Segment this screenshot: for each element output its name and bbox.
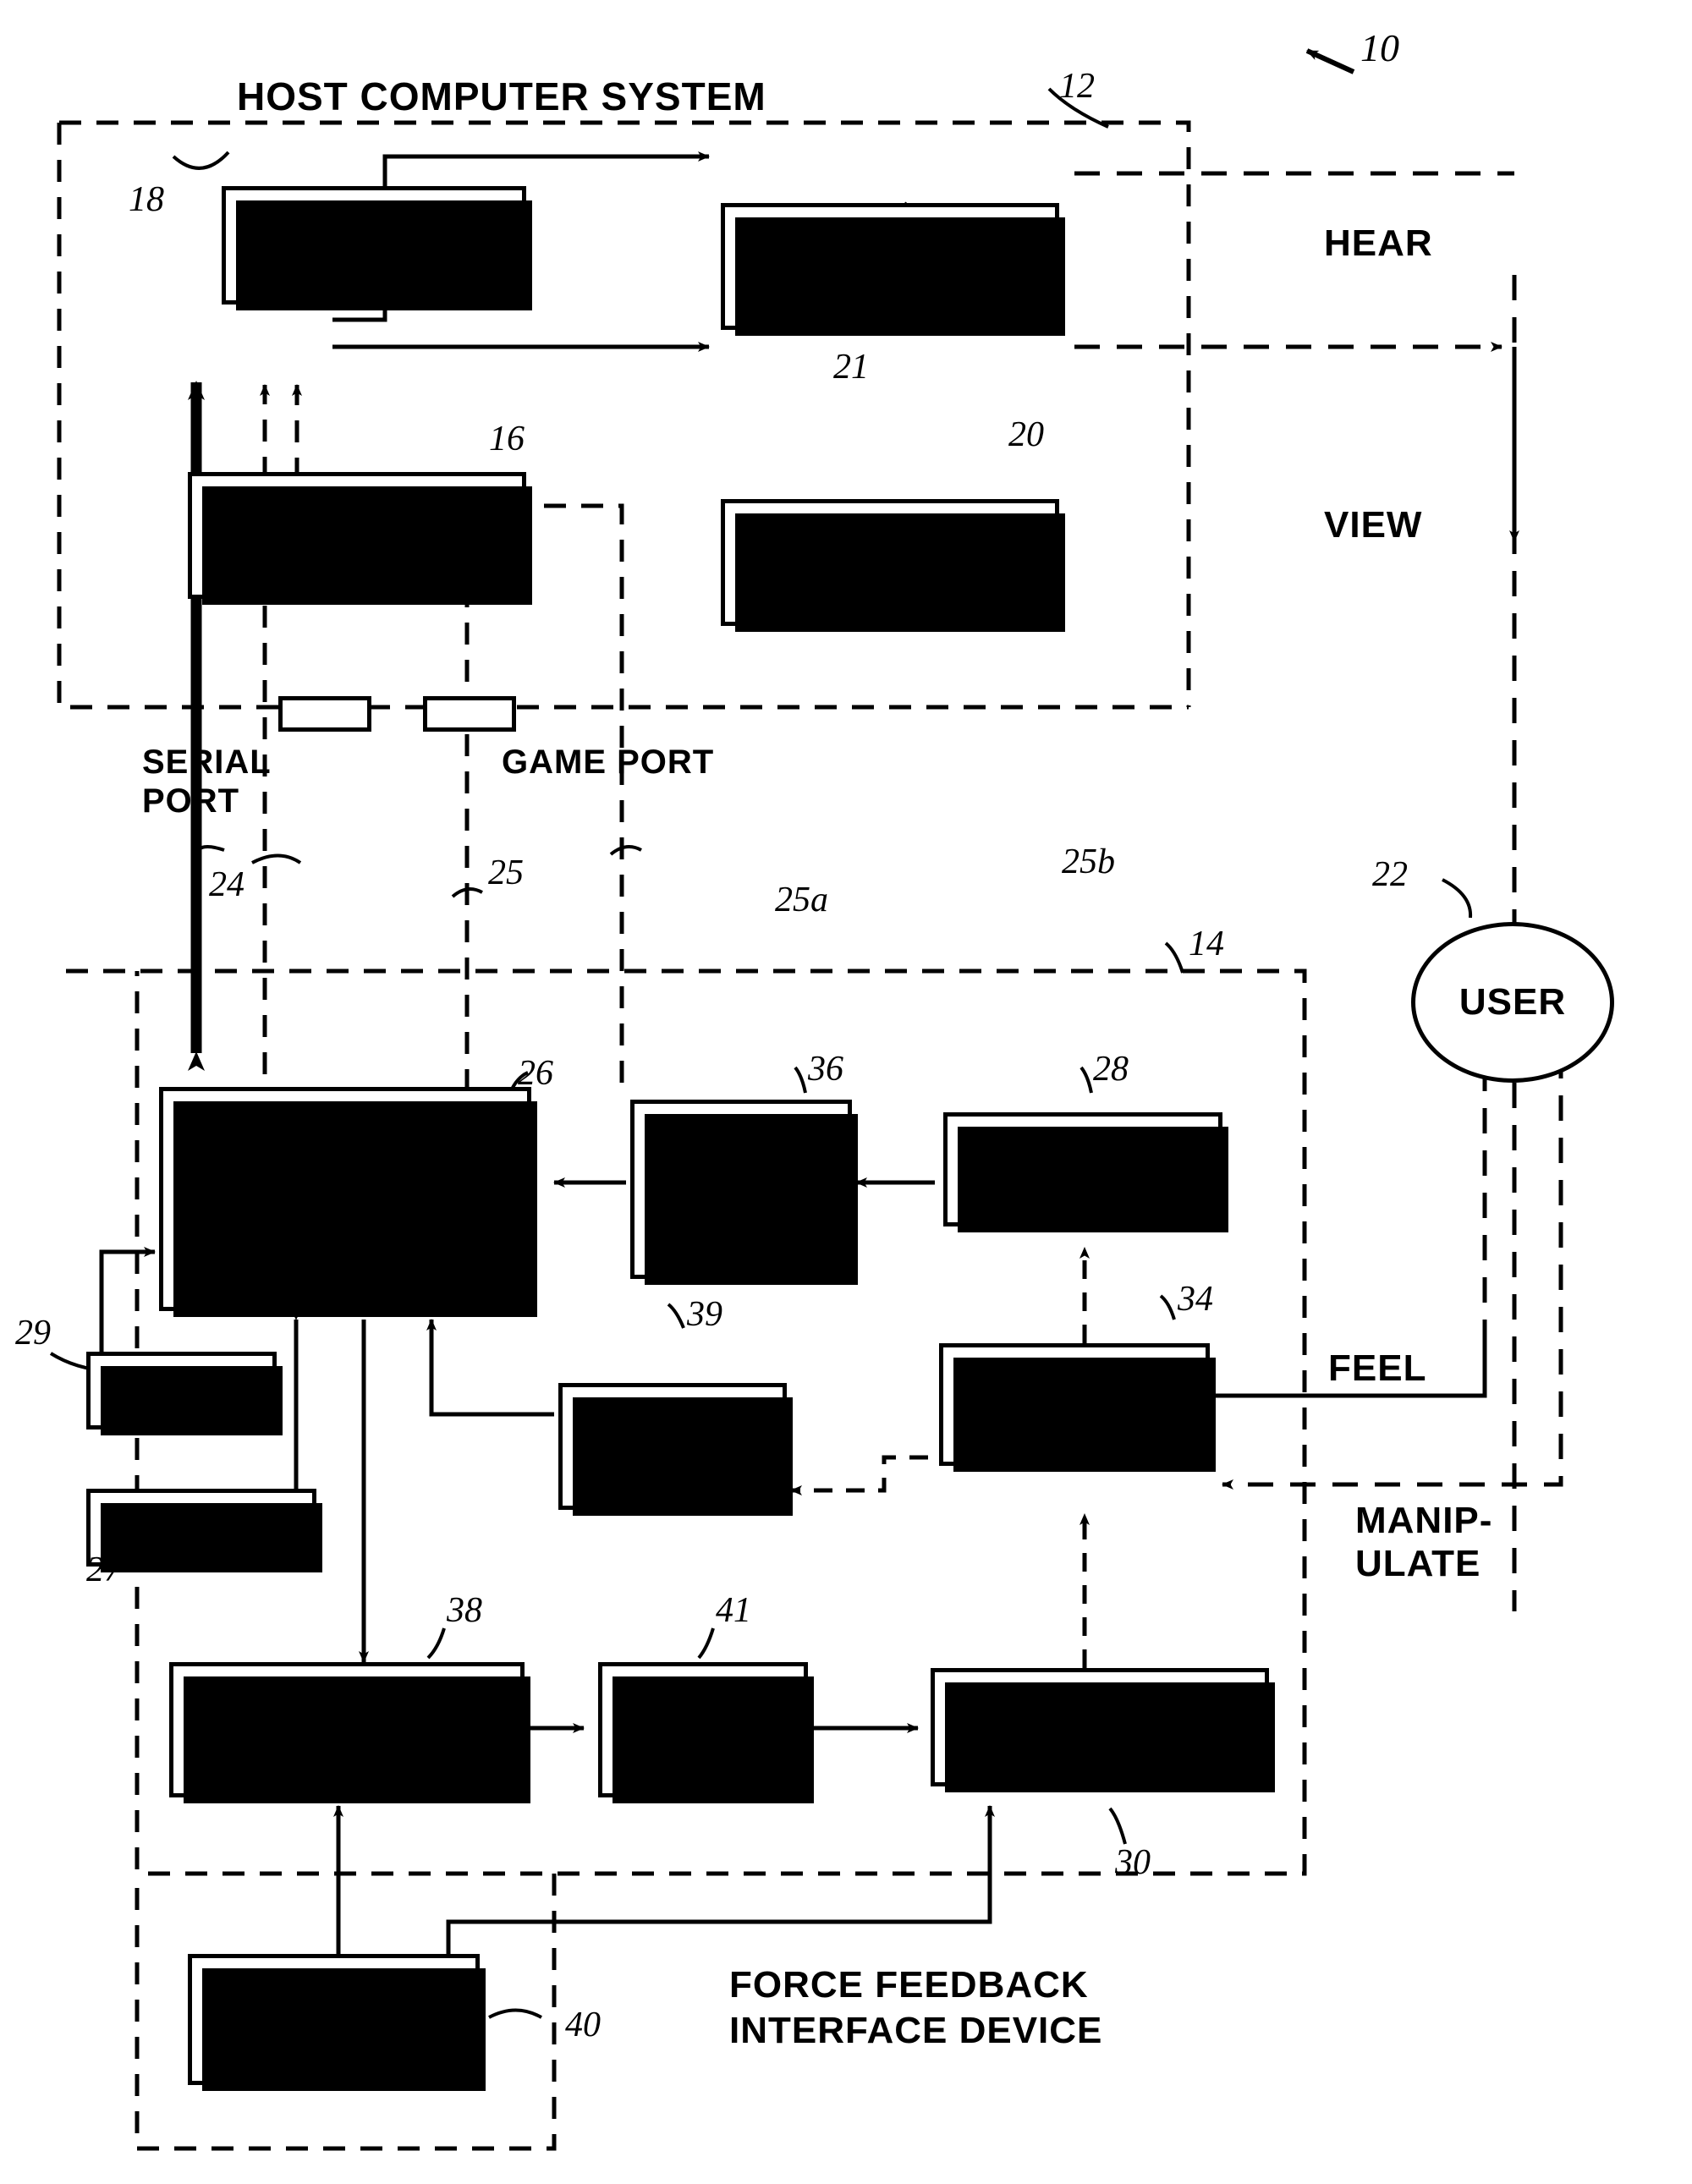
block-sensors-label: SENSORS <box>994 1149 1172 1189</box>
block-sensors: SENSORS <box>943 1112 1228 1232</box>
block-display-device-label: DISPLAY DEVICE <box>813 522 967 602</box>
patent-figure: HOST COMPUTER SYSTEM 12 10 SYSTEM CLOCK … <box>0 0 1692 2184</box>
figure-ref-pointer <box>1305 48 1355 74</box>
ref-20: 20 <box>1008 415 1044 454</box>
block-clock: CLOCK <box>86 1352 283 1435</box>
ref-21: 21 <box>833 348 869 387</box>
ref-25: 25 <box>488 853 524 892</box>
block-actuators: ACTUATORS <box>931 1668 1275 1792</box>
ref-39: 39 <box>687 1295 722 1334</box>
ref-25a: 25a <box>775 881 828 919</box>
label-hear: HEAR <box>1324 222 1433 264</box>
ref-25b: 25b <box>1062 842 1115 881</box>
label-game-port: GAME PORT <box>502 744 715 781</box>
ref-36: 36 <box>808 1050 843 1089</box>
block-power-supply-label: POWER SUPPLY <box>262 1979 405 2060</box>
block-other-input-label: OTHER INPUT <box>609 1406 736 1486</box>
serial-port-connector <box>278 696 371 732</box>
label-serial-port: SERIAL PORT <box>142 744 272 820</box>
ref-29: 29 <box>15 1314 51 1353</box>
label-view: VIEW <box>1324 504 1423 546</box>
ref-38: 38 <box>447 1591 482 1630</box>
ref-40: 40 <box>565 2006 601 2044</box>
ref-12: 12 <box>1059 67 1095 106</box>
ref-41: 41 <box>716 1591 751 1630</box>
ref-28: 28 <box>1093 1050 1129 1089</box>
other-input-to-microprocessor-arrow <box>426 1319 554 1417</box>
ref-24: 24 <box>209 865 244 904</box>
block-display-device: DISPLAY DEVICE <box>721 499 1065 632</box>
block-local-microprocessor-label: LOCAL MICRO- PROCESSOR <box>229 1139 461 1259</box>
label-manipulate: MANIP- ULATE <box>1355 1500 1493 1585</box>
block-user: USER <box>1411 922 1614 1083</box>
block-sensor-interface-label: SENSOR INTER- FACE <box>668 1132 814 1246</box>
block-host-processor: HOST PROCESSOR <box>188 472 532 605</box>
ref-27: 27 <box>86 1550 122 1589</box>
block-safety-switch: SAFETY SWITCH <box>598 1662 814 1803</box>
block-safety-switch-label: SAFETY SWITCH <box>631 1689 775 1770</box>
block-audio-output-device: AUDIO OUT- PUT DEVICE <box>721 203 1065 336</box>
block-sensor-interface: SENSOR INTER- FACE <box>630 1100 858 1285</box>
ref-30: 30 <box>1115 1843 1151 1882</box>
force-feedback-device-title: FORCE FEEDBACK INTERFACE DEVICE <box>729 1964 1103 2051</box>
ref-34: 34 <box>1178 1280 1213 1319</box>
block-memory-label: MEMORY <box>120 1507 283 1548</box>
block-system-clock-label: SYSTEM CLOCK <box>299 205 448 285</box>
block-other-input: OTHER INPUT <box>558 1383 793 1516</box>
block-object-label: OBJECT <box>1001 1384 1148 1424</box>
block-actuator-interface-label: ACTUATOR INTERFACE <box>244 1689 450 1770</box>
block-object: OBJECT <box>939 1343 1216 1472</box>
block-system-clock: SYSTEM CLOCK <box>222 186 532 310</box>
ref-26: 26 <box>518 1054 553 1093</box>
block-actuators-label: ACTUATORS <box>987 1707 1212 1748</box>
ref-18: 18 <box>129 180 164 219</box>
ref-22: 22 <box>1372 855 1408 894</box>
ref-14: 14 <box>1189 925 1224 963</box>
block-clock-label: CLOCK <box>117 1370 246 1411</box>
block-local-microprocessor: LOCAL MICRO- PROCESSOR <box>159 1087 537 1317</box>
ref-16: 16 <box>489 420 525 458</box>
label-feel: FEEL <box>1328 1347 1427 1389</box>
ref-10: 10 <box>1360 26 1399 69</box>
block-actuator-interface: ACTUATOR INTERFACE <box>169 1662 530 1803</box>
block-user-label: USER <box>1459 981 1567 1023</box>
object-to-other-input-arrow <box>790 1455 960 1495</box>
block-host-processor-label: HOST PROCESSOR <box>241 495 473 575</box>
game-port-connector <box>423 696 516 732</box>
block-audio-output-device-label: AUDIO OUT- PUT DEVICE <box>786 228 994 304</box>
host-computer-system-title: HOST COMPUTER SYSTEM <box>237 74 766 118</box>
block-power-supply: POWER SUPPLY <box>188 1954 486 2091</box>
power-supply-to-actuators-arrow <box>446 1805 995 1954</box>
